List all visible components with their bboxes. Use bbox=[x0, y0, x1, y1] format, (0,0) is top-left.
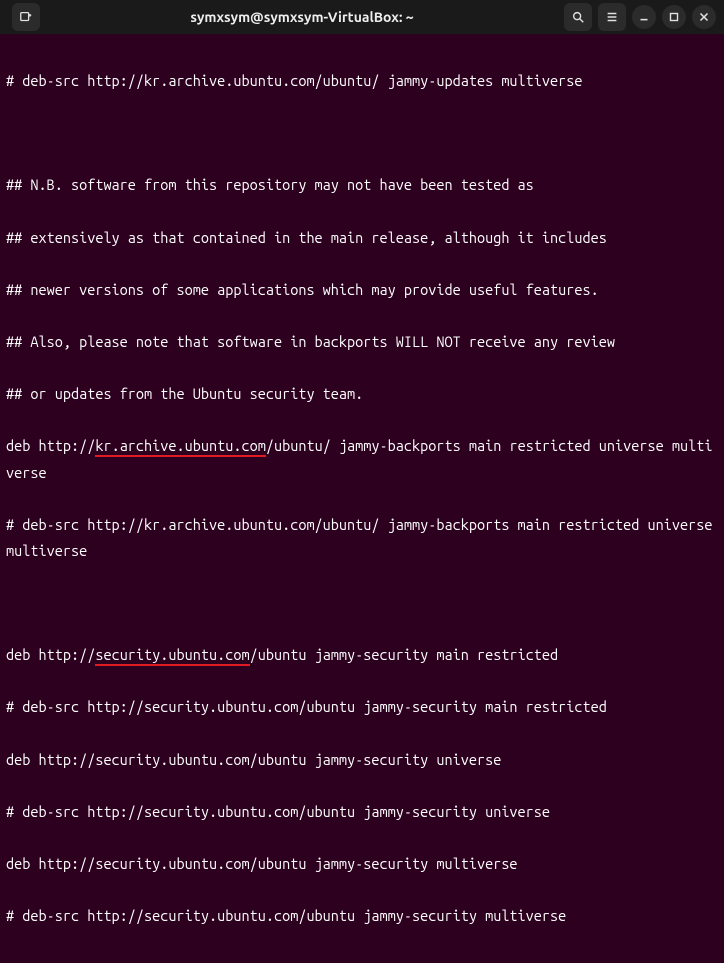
window-titlebar: symxsym@symxsym-VirtualBox: ~ bbox=[0, 0, 724, 34]
terminal-line: deb http://security.ubuntu.com/ubuntu ja… bbox=[6, 747, 718, 773]
terminal-line: # deb-src http://security.ubuntu.com/ubu… bbox=[6, 694, 718, 720]
terminal-line: ## extensively as that contained in the … bbox=[6, 225, 718, 251]
terminal-line: ## N.B. software from this repository ma… bbox=[6, 172, 718, 198]
terminal-line: # deb-src http://kr.archive.ubuntu.com/u… bbox=[6, 68, 718, 94]
terminal-line: deb http://security.ubuntu.com/ubuntu ja… bbox=[6, 851, 718, 877]
terminal-line: deb http://kr.archive.ubuntu.com/ubuntu/… bbox=[6, 433, 718, 485]
underlined-host: kr.archive.ubuntu.com bbox=[95, 437, 266, 457]
underlined-host: security.ubuntu.com bbox=[95, 646, 249, 666]
terminal-content[interactable]: # deb-src http://kr.archive.ubuntu.com/u… bbox=[0, 34, 724, 963]
minimize-button[interactable] bbox=[632, 5, 656, 29]
terminal-line: ## newer versions of some applications w… bbox=[6, 277, 718, 303]
titlebar-left-group bbox=[4, 3, 40, 31]
line-seg: /ubuntu jammy-security main restricted bbox=[250, 646, 559, 663]
terminal-line: # deb-src http://security.ubuntu.com/ubu… bbox=[6, 799, 718, 825]
terminal-line: ## or updates from the Ubuntu security t… bbox=[6, 381, 718, 407]
terminal-blank-line bbox=[6, 590, 718, 616]
line-seg: deb http:// bbox=[6, 437, 95, 454]
terminal-line: ## Also, please note that software in ba… bbox=[6, 329, 718, 355]
terminal-line: deb http://security.ubuntu.com/ubuntu ja… bbox=[6, 642, 718, 668]
titlebar-right-group bbox=[564, 3, 720, 31]
terminal-line: # deb-src http://kr.archive.ubuntu.com/u… bbox=[6, 512, 718, 564]
menu-button[interactable] bbox=[598, 3, 626, 31]
maximize-button[interactable] bbox=[662, 5, 686, 29]
close-button[interactable] bbox=[692, 5, 716, 29]
terminal-line: # deb-src http://security.ubuntu.com/ubu… bbox=[6, 903, 718, 929]
window-title: symxsym@symxsym-VirtualBox: ~ bbox=[40, 9, 564, 25]
terminal-blank-line bbox=[6, 120, 718, 146]
new-tab-button[interactable] bbox=[12, 3, 40, 31]
line-seg: deb http:// bbox=[6, 646, 95, 663]
search-button[interactable] bbox=[564, 3, 592, 31]
